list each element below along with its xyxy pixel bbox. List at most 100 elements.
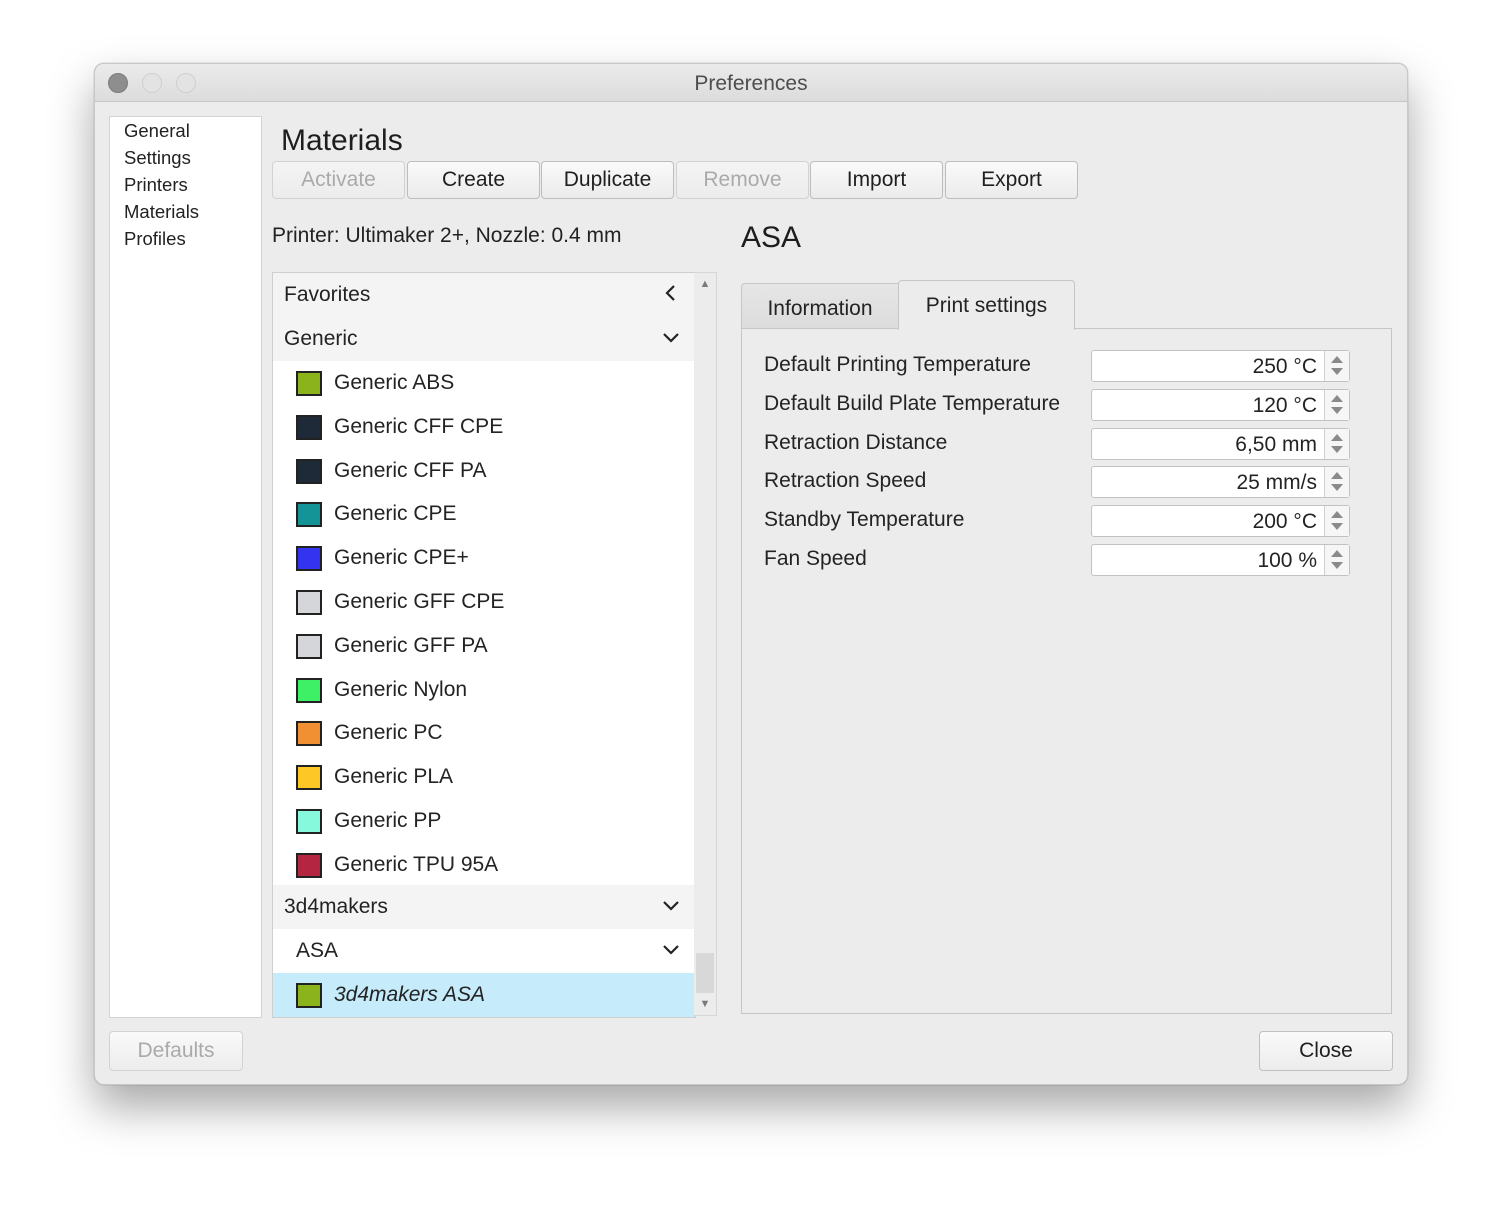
material-item[interactable]: Generic PP: [273, 799, 695, 843]
material-item[interactable]: Generic ABS: [273, 361, 695, 405]
scrollbar-thumb[interactable]: [696, 953, 714, 993]
material-item-selected[interactable]: 3d4makers ASA: [273, 973, 695, 1017]
material-label: Generic PLA: [334, 765, 454, 789]
sidebar-item-general[interactable]: General: [124, 120, 190, 142]
material-color-swatch: [296, 852, 322, 878]
material-item[interactable]: Generic PC: [273, 711, 695, 756]
category-generic[interactable]: Generic: [273, 317, 695, 361]
material-label: Generic CPE: [334, 502, 457, 526]
subcategory-asa[interactable]: ASA: [273, 929, 695, 973]
setting-spinbox[interactable]: 250 °C: [1091, 350, 1350, 382]
sidebar-item-materials[interactable]: Materials: [124, 201, 199, 223]
export-button[interactable]: Export: [945, 161, 1078, 199]
setting-value[interactable]: 100 %: [1257, 549, 1317, 573]
sidebar-item-printers[interactable]: Printers: [124, 174, 188, 196]
material-color-swatch: [296, 371, 322, 396]
category-3d4makers[interactable]: 3d4makers: [273, 885, 695, 929]
spin-up-icon[interactable]: [1331, 472, 1343, 480]
category-favorites[interactable]: Favorites: [273, 273, 695, 317]
material-label: Generic TPU 95A: [334, 852, 499, 876]
material-item[interactable]: Generic PLA: [273, 755, 695, 800]
remove-button[interactable]: Remove: [676, 161, 809, 199]
spin-down-icon[interactable]: [1331, 523, 1343, 531]
setting-value[interactable]: 25 mm/s: [1236, 471, 1317, 495]
chevron-left-icon: [665, 285, 675, 301]
spin-up-icon[interactable]: [1331, 356, 1343, 363]
material-label: 3d4makers ASA: [334, 983, 485, 1006]
category-label: Generic: [284, 327, 358, 350]
category-label: 3d4makers: [284, 895, 388, 918]
spin-down-icon[interactable]: [1331, 368, 1343, 375]
sidebar-item-profiles[interactable]: Profiles: [124, 228, 186, 250]
material-color-swatch: [296, 502, 322, 528]
material-item[interactable]: Generic GFF PA: [273, 623, 695, 668]
material-color-swatch: [296, 414, 322, 440]
material-item[interactable]: Generic Nylon: [273, 667, 695, 712]
category-label: Favorites: [284, 283, 371, 306]
chevron-down-icon: [663, 333, 679, 343]
setting-value[interactable]: 200 °C: [1253, 510, 1317, 534]
spin-down-icon[interactable]: [1331, 406, 1343, 414]
material-item[interactable]: Generic TPU 95A: [273, 842, 695, 887]
spin-arrows-icon[interactable]: [1324, 467, 1349, 498]
setting-value[interactable]: 6,50 mm: [1235, 433, 1317, 457]
scroll-down-arrow-icon[interactable]: ▼: [694, 993, 716, 1015]
spin-up-icon[interactable]: [1331, 550, 1343, 557]
material-label: Generic ABS: [334, 371, 455, 394]
material-color-swatch: [296, 546, 322, 572]
material-color-swatch: [296, 633, 322, 659]
spin-down-icon[interactable]: [1331, 484, 1343, 492]
defaults-button[interactable]: Defaults: [109, 1031, 243, 1071]
material-label: Generic GFF CPE: [334, 590, 505, 613]
spin-arrows-icon[interactable]: [1324, 389, 1349, 420]
material-color-swatch: [296, 677, 322, 703]
setting-label: Fan Speed: [764, 547, 867, 570]
materials-list: Favorites Generic Generic ABS Generic CFF…: [272, 272, 696, 1018]
spin-arrows-icon[interactable]: [1324, 545, 1349, 575]
scroll-up-arrow-icon[interactable]: ▲: [694, 273, 716, 295]
material-label: Generic GFF PA: [334, 633, 488, 657]
tab-print-settings[interactable]: Print settings: [898, 280, 1075, 330]
setting-value[interactable]: 120 °C: [1253, 394, 1317, 418]
create-button[interactable]: Create: [407, 161, 540, 199]
material-color-swatch: [296, 458, 322, 484]
setting-spinbox[interactable]: 100 %: [1091, 544, 1350, 576]
spin-arrows-icon[interactable]: [1324, 428, 1349, 459]
spin-down-icon[interactable]: [1331, 562, 1343, 569]
materials-list-scrollbar[interactable]: ▲ ▼: [694, 272, 717, 1016]
material-label: Generic CFF CPE: [334, 414, 504, 438]
spin-arrows-icon[interactable]: [1324, 506, 1349, 537]
setting-value[interactable]: 250 °C: [1253, 355, 1317, 379]
material-item[interactable]: Generic CPE+: [273, 536, 695, 581]
activate-button[interactable]: Activate: [272, 161, 405, 199]
printer-info: Printer: Ultimaker 2+, Nozzle: 0.4 mm: [272, 224, 622, 247]
setting-spinbox[interactable]: 6,50 mm: [1091, 427, 1350, 460]
sidebar-item-settings[interactable]: Settings: [124, 147, 191, 169]
setting-spinbox[interactable]: 200 °C: [1091, 505, 1350, 538]
material-label: Generic Nylon: [334, 677, 468, 701]
setting-label: Standby Temperature: [764, 508, 965, 532]
setting-spinbox[interactable]: 120 °C: [1091, 388, 1350, 421]
material-color-swatch: [296, 809, 322, 834]
preferences-window: Preferences General Settings Printers Ma…: [94, 63, 1408, 1085]
material-item[interactable]: Generic CPE: [273, 492, 695, 537]
duplicate-button[interactable]: Duplicate: [541, 161, 674, 199]
import-button[interactable]: Import: [810, 161, 943, 199]
setting-label: Default Build Plate Temperature: [764, 391, 1061, 415]
setting-spinbox[interactable]: 25 mm/s: [1091, 466, 1350, 499]
setting-label: Retraction Speed: [764, 469, 927, 493]
title-bar: Preferences: [95, 64, 1407, 102]
material-item[interactable]: Generic CFF CPE: [273, 404, 695, 449]
material-item[interactable]: Generic CFF PA: [273, 448, 695, 493]
material-detail-title: ASA: [741, 221, 802, 254]
spin-down-icon[interactable]: [1331, 445, 1343, 453]
close-button[interactable]: Close: [1259, 1031, 1393, 1071]
subcategory-label: ASA: [296, 939, 339, 962]
material-item[interactable]: Generic GFF CPE: [273, 580, 695, 624]
material-color-swatch: [296, 983, 322, 1008]
tab-information[interactable]: Information: [741, 283, 899, 329]
spin-up-icon[interactable]: [1331, 433, 1343, 441]
spin-arrows-icon[interactable]: [1324, 351, 1349, 381]
spin-up-icon[interactable]: [1331, 394, 1343, 402]
spin-up-icon[interactable]: [1331, 511, 1343, 519]
